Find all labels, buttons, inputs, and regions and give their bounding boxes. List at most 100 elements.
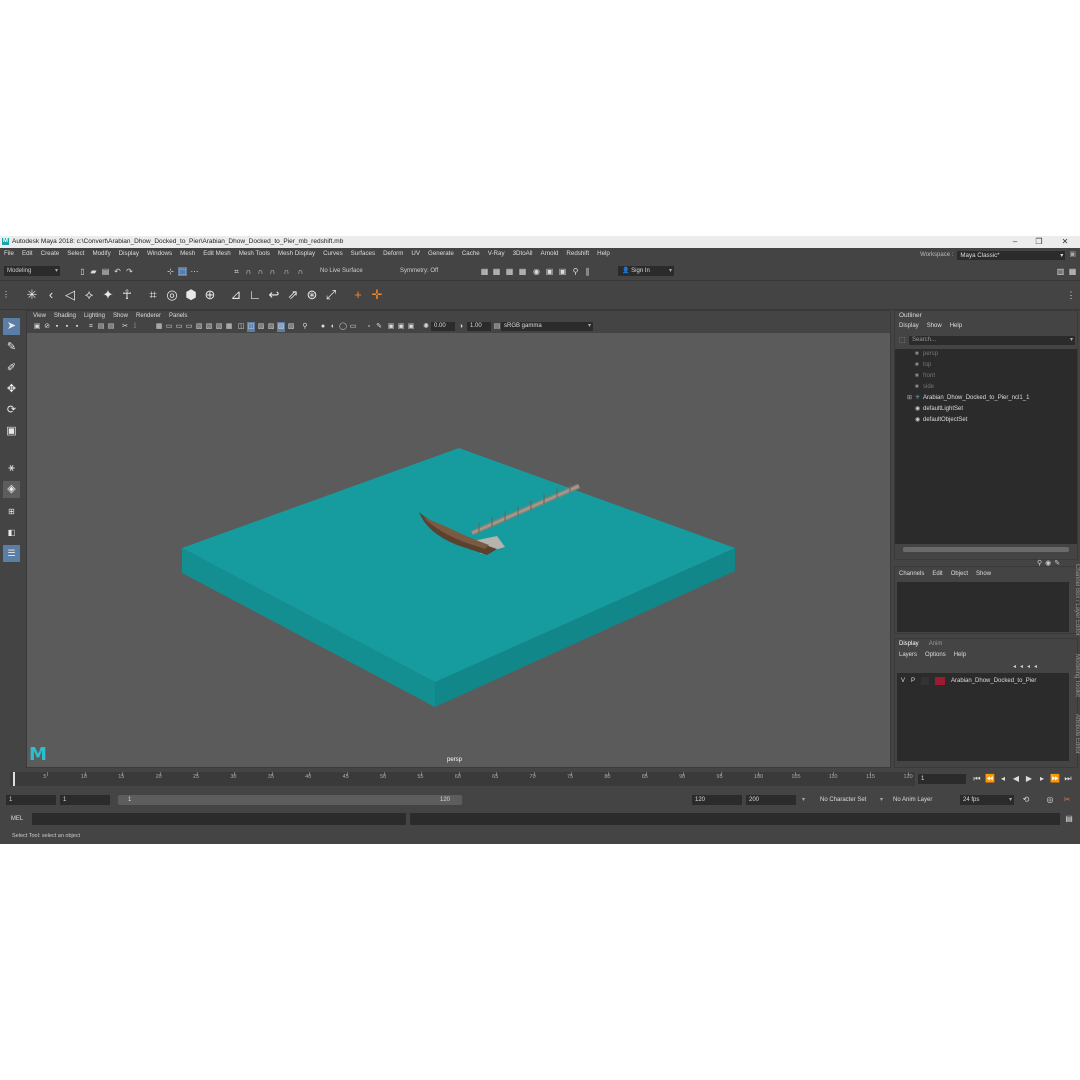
list-item[interactable]: ■ side	[915, 382, 934, 393]
loop-icon[interactable]: ⟲	[1021, 795, 1031, 805]
anim-prefs-icon[interactable]: ✂	[1062, 795, 1072, 805]
animation-end-field[interactable]: 200	[746, 795, 796, 805]
select-tool-icon[interactable]: ➤	[3, 318, 20, 335]
menu-redshift[interactable]: Redshift	[566, 248, 589, 260]
render-frame-icon[interactable]: ▦	[480, 267, 489, 276]
auto-key-icon[interactable]: ◎	[1045, 795, 1055, 805]
close-icon[interactable]: ✕	[1053, 236, 1077, 248]
list-item[interactable]: ◉ defaultObjectSet	[915, 415, 967, 426]
viewport-persp[interactable]: View Shading Lighting Show Renderer Pane…	[26, 310, 891, 768]
menu-create[interactable]: Create	[41, 248, 60, 260]
render-view-icon[interactable]: ▦	[492, 267, 501, 276]
single-perspective-icon[interactable]: ◈	[3, 481, 20, 498]
list-item[interactable]: ⊞ ✳ Arabian_Dhow_Docked_to_Pier_ncl1_1	[907, 393, 1029, 404]
snap-live-icon[interactable]: ∩	[296, 267, 305, 276]
menu-vray[interactable]: V-Ray	[488, 248, 505, 260]
outliner-layout-icon[interactable]: ☰	[3, 545, 20, 562]
script-editor-icon[interactable]: ▤	[1064, 814, 1074, 824]
menu-edit-mesh[interactable]: Edit Mesh	[203, 248, 231, 260]
layer-visibility-toggle[interactable]: V	[901, 677, 905, 685]
layer-buttons-icon[interactable]: ◂◂◂◂	[1013, 663, 1041, 670]
vray-render-icon[interactable]: ▣	[545, 267, 554, 276]
toggle-layout-icon[interactable]: ▦	[1068, 267, 1077, 276]
menu-windows[interactable]: Windows	[147, 248, 172, 260]
bind-skin-icon[interactable]: ⇗	[285, 287, 301, 303]
menu-mesh-display[interactable]: Mesh Display	[278, 248, 315, 260]
menu-cache[interactable]: Cache	[462, 248, 480, 260]
snap-curve-icon[interactable]: ∩	[244, 267, 253, 276]
layer-display-type[interactable]	[921, 677, 930, 685]
live-surface-label[interactable]: No Live Surface	[320, 266, 363, 276]
symmetry-label[interactable]: Symmetry: Off	[400, 266, 438, 276]
channels-menu-object[interactable]: Object	[951, 571, 968, 577]
step-back-key-icon[interactable]: ⏪	[985, 774, 995, 784]
layer-color-swatch[interactable]	[935, 677, 946, 685]
step-forward-frame-icon[interactable]: ▸	[1037, 774, 1047, 784]
outliner-menu-help[interactable]: Help	[950, 323, 962, 329]
menu-generate[interactable]: Generate	[428, 248, 454, 260]
select-object-icon[interactable]: ⬚	[178, 267, 187, 276]
expand-icon[interactable]: ⊞	[907, 393, 915, 404]
outliner-menu-show[interactable]: Show	[927, 323, 942, 329]
menu-3dtoall[interactable]: 3DtoAll	[513, 248, 533, 260]
list-item[interactable]: ■ persp	[915, 349, 938, 360]
cluster-icon[interactable]: ⤢	[323, 287, 339, 303]
tab-anim[interactable]: Anim	[929, 641, 943, 647]
menu-mesh[interactable]: Mesh	[180, 248, 195, 260]
channels-menu-channels[interactable]: Channels	[899, 571, 924, 577]
layers-menu-help[interactable]: Help	[954, 652, 966, 658]
snap-grid-icon[interactable]: ⌗	[232, 267, 241, 276]
maximize-icon[interactable]: ❐	[1027, 236, 1051, 248]
command-language-button[interactable]: MEL	[4, 813, 30, 825]
character-set-icon[interactable]: ▾	[802, 795, 805, 805]
go-to-start-icon[interactable]: ⏮	[972, 774, 982, 784]
shelf-options-icon[interactable]: ⋮	[1066, 287, 1076, 303]
range-slider[interactable]: 1 120	[118, 795, 462, 805]
pause-icon[interactable]: ∥	[583, 267, 592, 276]
ik-spline-icon[interactable]: ↩	[266, 287, 282, 303]
current-frame-field[interactable]: 1	[918, 774, 966, 784]
minimize-icon[interactable]: –	[1003, 236, 1027, 248]
open-scene-icon[interactable]: ▰	[89, 267, 98, 276]
menu-edit[interactable]: Edit	[22, 248, 33, 260]
workspace-dropdown[interactable]: Maya Classic* ▾	[957, 250, 1066, 260]
layers-menu-options[interactable]: Options	[925, 652, 946, 658]
paint-weights-icon[interactable]: ⊛	[304, 287, 320, 303]
move-tool-icon[interactable]: ✥	[3, 381, 20, 398]
list-item[interactable]: ■ top	[915, 360, 931, 371]
sculpt-icon[interactable]: ⊕	[202, 287, 218, 303]
layers-menu-layers[interactable]: Layers	[899, 652, 917, 658]
character-set-label[interactable]: No Character Set	[820, 795, 866, 805]
anim-layer-label[interactable]: No Anim Layer	[893, 795, 932, 805]
list-item[interactable]: ■ front	[915, 371, 935, 382]
step-forward-key-icon[interactable]: ⏩	[1050, 774, 1060, 784]
menu-arnold[interactable]: Arnold	[541, 248, 559, 260]
snap-surface-icon[interactable]: ∩	[282, 267, 291, 276]
paint-select-icon[interactable]: ✐	[3, 360, 20, 377]
undo-icon[interactable]: ↶	[113, 267, 122, 276]
go-to-end-icon[interactable]: ⏭	[1063, 774, 1073, 784]
cv-curve-icon[interactable]: ‹	[43, 287, 59, 303]
menu-help[interactable]: Help	[597, 248, 610, 260]
new-scene-icon[interactable]: ▯	[78, 267, 87, 276]
list-item[interactable]: ◉ defaultLightSet	[915, 404, 963, 415]
channel-box-toggle-icon[interactable]: ⚲◉✎	[1037, 559, 1063, 567]
scene-canvas[interactable]	[27, 311, 891, 768]
menu-select[interactable]: Select	[67, 248, 84, 260]
joint-tool-icon[interactable]: ⊿	[228, 287, 244, 303]
toggle-panel-icon[interactable]: ▥	[1056, 267, 1065, 276]
particle-tool-icon[interactable]: ✳	[24, 287, 40, 303]
menu-uv[interactable]: UV	[411, 248, 420, 260]
channels-menu-edit[interactable]: Edit	[932, 571, 942, 577]
two-view-icon[interactable]: ◧	[3, 524, 20, 541]
command-input[interactable]	[32, 813, 406, 825]
select-component-icon[interactable]: ⋯	[190, 267, 199, 276]
playback-end-field[interactable]: 120	[692, 795, 742, 805]
outliner-scrollbar[interactable]	[903, 547, 1069, 552]
ep-curve-icon[interactable]: ◁	[62, 287, 78, 303]
save-scene-icon[interactable]: ▤	[101, 267, 110, 276]
side-tab-attribute-editor[interactable]: Attribute Editor	[1070, 714, 1080, 754]
ik-handle-icon[interactable]: ∟	[247, 287, 263, 303]
fps-dropdown[interactable]: 24 fps ▾	[960, 795, 1014, 805]
render-settings-icon[interactable]: ▦	[518, 267, 527, 276]
